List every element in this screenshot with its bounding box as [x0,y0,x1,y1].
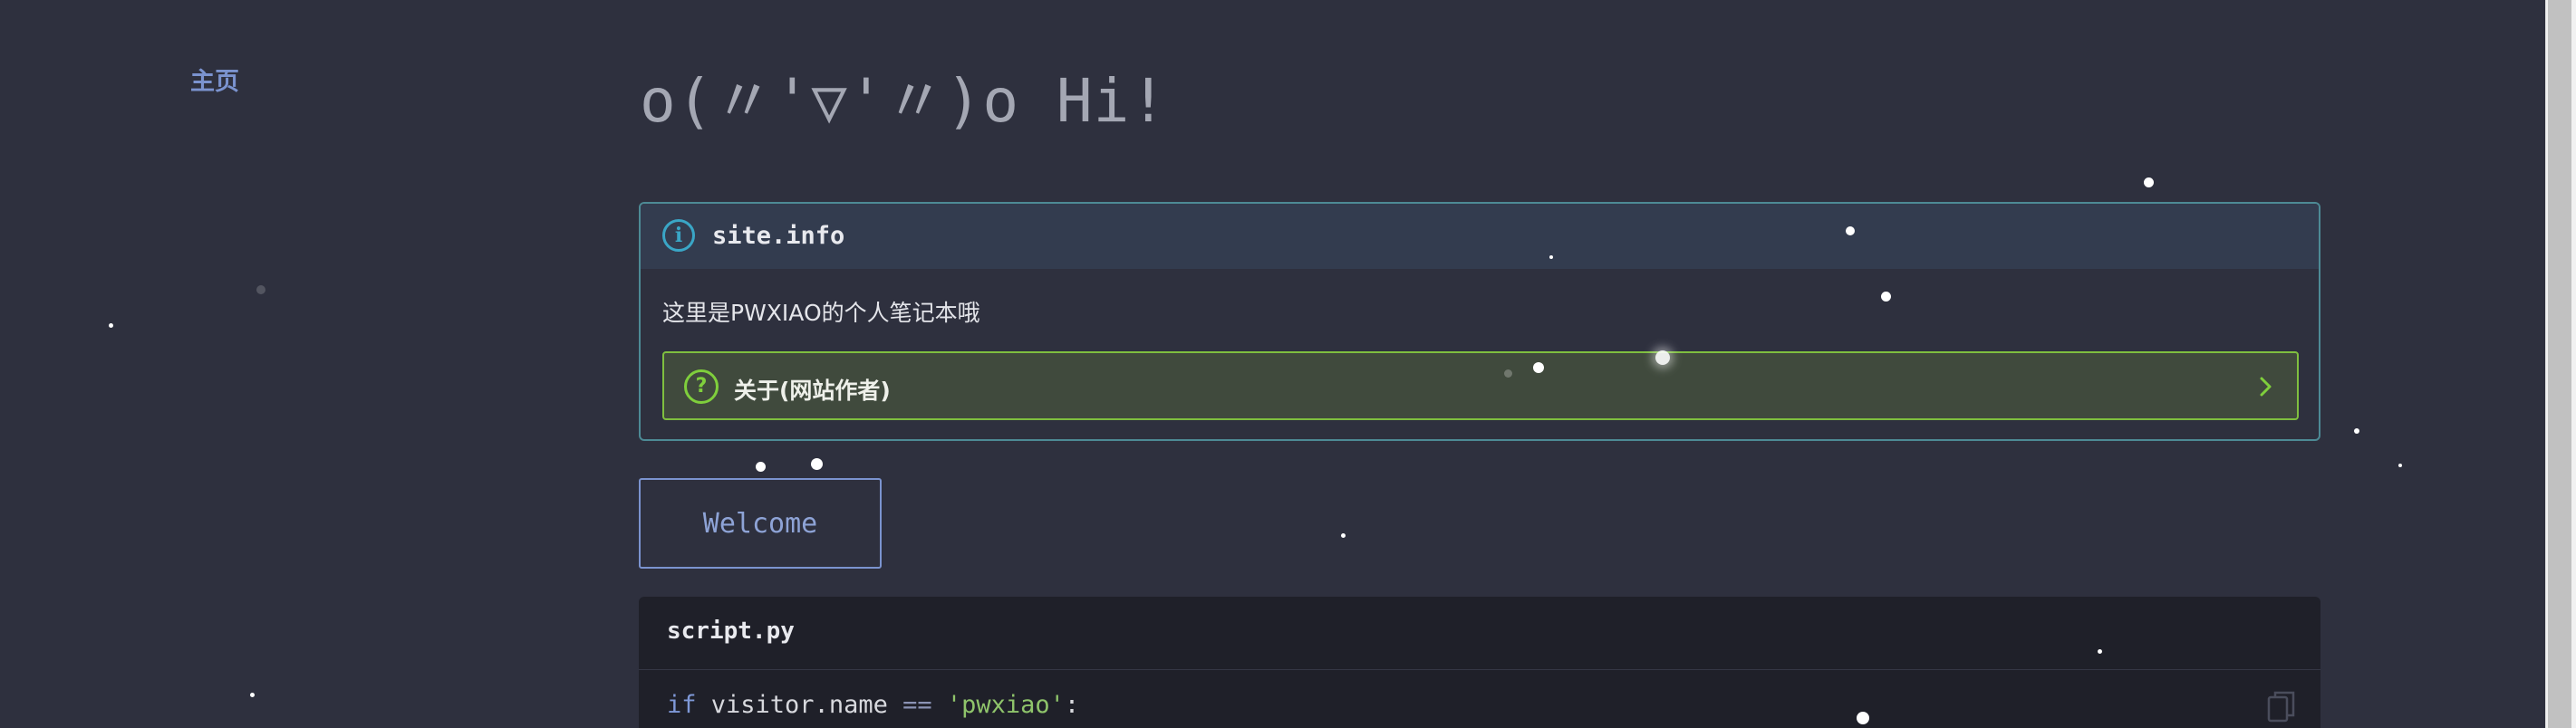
welcome-button[interactable]: Welcome [639,478,882,569]
snowflake [2354,428,2359,434]
snowflake [1504,369,1512,378]
about-author-collapsible[interactable]: ? 关于(网站作者) [662,351,2299,420]
snowflake [1881,292,1891,302]
snowflake [256,285,265,294]
code-operator: == [902,691,932,719]
info-admonition-header: i site.info [641,204,2319,269]
snowflake [1549,255,1553,259]
code-string: 'pwxiao' [946,691,1065,719]
page-background: 主页 o(〃'▽'〃)o Hi! i site.info 这里是PWXIAO的个… [0,0,2545,728]
code-block-title-bar: script.py [639,597,2320,670]
snowflake [1655,350,1670,365]
info-icon: i [662,219,695,252]
snowflake [2098,649,2102,654]
snowflake [2398,464,2402,467]
code-punctuation: : [1064,691,1080,719]
page-title: o(〃'▽'〃)o Hi! [640,66,1168,136]
code-line: if visitor.name == 'pwxiao': [667,691,1079,719]
snowflake [2144,177,2154,187]
code-identifier: visitor.name [696,691,903,719]
info-admonition-text: 这里是PWXIAO的个人笔记本哦 [662,300,980,326]
snowflake [1846,226,1855,235]
snowflake [1533,362,1544,373]
snowflake [756,462,766,472]
scrollbar-thumb[interactable] [2548,0,2571,728]
snowflake [811,458,823,470]
code-block: script.py if visitor.name == 'pwxiao': [639,597,2320,728]
question-icon: ? [684,369,719,404]
snowflake [250,693,255,697]
info-admonition: i site.info 这里是PWXIAO的个人笔记本哦 ? 关于(网站作者) [639,202,2320,441]
info-admonition-title: site.info [712,222,845,250]
snowflake [109,323,113,328]
code-keyword: if [667,691,697,719]
code-filename: script.py [667,618,795,645]
about-author-label: 关于(网站作者) [734,378,891,404]
copy-icon[interactable] [2266,689,2297,725]
snowflake [1341,533,1346,538]
chevron-right-icon [2260,377,2272,397]
nav-home-link[interactable]: 主页 [190,62,239,97]
snowflake [1857,712,1869,724]
